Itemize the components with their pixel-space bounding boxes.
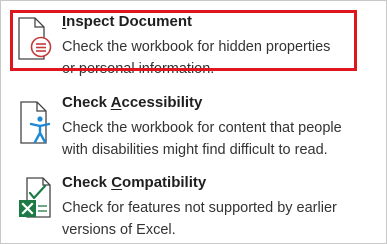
check-compatibility-icon [17, 177, 53, 221]
menu-item-check-compatibility[interactable]: Check Compatibility Check for features n… [1, 161, 386, 241]
check-accessibility-description: Check the workbook for content that peop… [62, 120, 342, 158]
menu-item-inspect-document[interactable]: Inspect Document Check the workbook for … [1, 1, 386, 81]
check-accessibility-icon [17, 101, 53, 145]
inspect-document-title: Inspect Document [62, 13, 193, 30]
check-for-issues-menu: Inspect Document Check the workbook for … [0, 0, 387, 244]
inspect-document-description: Check the workbook for hidden properties… [62, 39, 331, 77]
check-compatibility-description: Check for features not supported by earl… [62, 200, 337, 238]
inspect-document-icon [17, 17, 53, 61]
check-accessibility-title: Check Accessibility [62, 94, 203, 111]
check-compatibility-title: Check Compatibility [62, 174, 207, 191]
menu-item-check-accessibility[interactable]: Check Accessibility Check the workbook f… [1, 81, 386, 161]
